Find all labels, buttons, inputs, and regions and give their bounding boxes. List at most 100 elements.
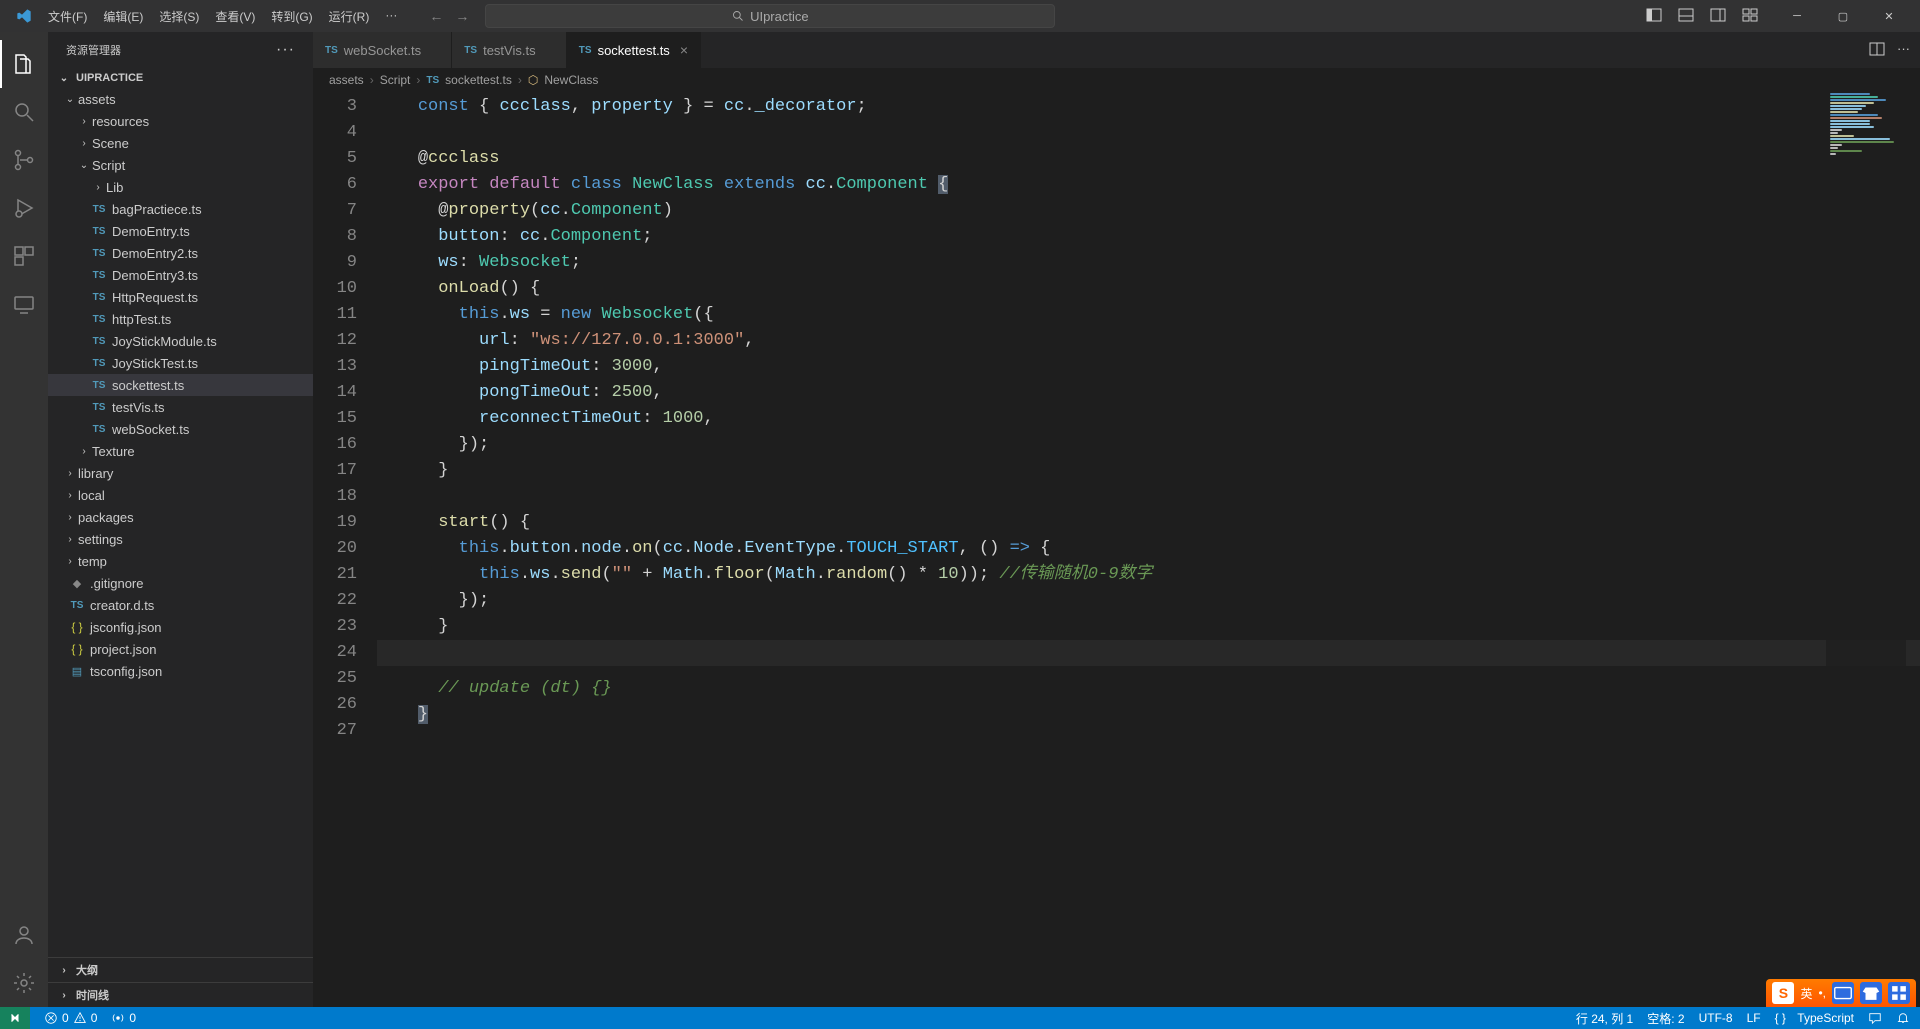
menu-edit[interactable]: 编辑(E) — [95, 4, 151, 29]
layout-controls — [1646, 7, 1758, 26]
status-ports[interactable]: 0 — [111, 1011, 136, 1025]
status-language[interactable]: { } TypeScript — [1775, 1011, 1854, 1025]
activity-source-control-icon[interactable] — [0, 136, 48, 184]
minimize-button[interactable]: ─ — [1774, 0, 1820, 32]
project-root[interactable]: ⌄ UIPRACTICE — [48, 68, 313, 88]
toggle-primary-sidebar-icon[interactable] — [1646, 7, 1662, 26]
breadcrumb[interactable]: assets › Script › TS sockettest.ts › ⬡ N… — [313, 68, 1920, 92]
file-sockettest[interactable]: TSsockettest.ts — [48, 374, 313, 396]
file-tree: ⌄assets ›resources ›Scene ⌄Script ›Lib T… — [48, 88, 313, 957]
folder-scene[interactable]: ›Scene — [48, 132, 313, 154]
file-joysticktest[interactable]: TSJoyStickTest.ts — [48, 352, 313, 374]
folder-packages[interactable]: ›packages — [48, 506, 313, 528]
toggle-panel-icon[interactable] — [1678, 7, 1694, 26]
sidebar-explorer: 资源管理器 ··· ⌄ UIPRACTICE ⌄assets ›resource… — [48, 32, 313, 1007]
search-icon — [732, 10, 744, 22]
folder-script[interactable]: ⌄Script — [48, 154, 313, 176]
status-cursor-pos[interactable]: 行 24, 列 1 — [1576, 1010, 1633, 1027]
folder-temp[interactable]: ›temp — [48, 550, 313, 572]
activity-account-icon[interactable] — [0, 911, 48, 959]
sidebar-timeline[interactable]: ›时间线 — [48, 982, 313, 1007]
activity-explorer-icon[interactable] — [0, 40, 48, 88]
status-bar: 0 0 0 行 24, 列 1 空格: 2 UTF-8 LF { } TypeS… — [0, 1007, 1920, 1029]
ime-logo-icon[interactable]: S — [1772, 982, 1794, 1004]
file-gitignore[interactable]: ◆.gitignore — [48, 572, 313, 594]
activity-settings-icon[interactable] — [0, 959, 48, 1007]
maximize-button[interactable]: ▢ — [1820, 0, 1866, 32]
tab-websocket[interactable]: TSwebSocket.ts× — [313, 32, 452, 68]
folder-library[interactable]: ›library — [48, 462, 313, 484]
activity-remote-icon[interactable] — [0, 280, 48, 328]
menu-bar: 文件(F) 编辑(E) 选择(S) 查看(V) 转到(G) 运行(R) ··· — [40, 4, 405, 29]
toggle-secondary-sidebar-icon[interactable] — [1710, 7, 1726, 26]
code-content[interactable]: const { ccclass, property } = cc._decora… — [377, 92, 1920, 1007]
file-testvis[interactable]: TStestVis.ts — [48, 396, 313, 418]
file-httprequest[interactable]: TSHttpRequest.ts — [48, 286, 313, 308]
folder-settings[interactable]: ›settings — [48, 528, 313, 550]
menu-view[interactable]: 查看(V) — [207, 4, 263, 29]
menu-goto[interactable]: 转到(G) — [263, 4, 320, 29]
file-httptest[interactable]: TShttpTest.ts — [48, 308, 313, 330]
activity-search-icon[interactable] — [0, 88, 48, 136]
file-project-json[interactable]: { }project.json — [48, 638, 313, 660]
breadcrumb-symbol[interactable]: NewClass — [544, 73, 598, 87]
file-bagpractice[interactable]: TSbagPractiece.ts — [48, 198, 313, 220]
error-icon — [44, 1011, 58, 1025]
folder-texture[interactable]: ›Texture — [48, 440, 313, 462]
status-bell-icon[interactable] — [1896, 1011, 1910, 1025]
line-gutter: 3456789101112131415161718192021222324252… — [313, 92, 377, 1007]
file-websocket[interactable]: TSwebSocket.ts — [48, 418, 313, 440]
file-tsconfig[interactable]: ▤tsconfig.json — [48, 660, 313, 682]
status-problems[interactable]: 0 0 — [44, 1011, 97, 1025]
breadcrumb-file[interactable]: sockettest.ts — [445, 73, 512, 87]
command-search-box[interactable]: UIpractice — [485, 4, 1055, 28]
nav-back-icon[interactable]: ← — [429, 8, 443, 24]
remote-indicator[interactable] — [0, 1007, 30, 1029]
window-controls: ─ ▢ ✕ — [1774, 0, 1912, 32]
status-feedback-icon[interactable] — [1868, 1011, 1882, 1025]
close-button[interactable]: ✕ — [1866, 0, 1912, 32]
code-area[interactable]: 3456789101112131415161718192021222324252… — [313, 92, 1920, 1007]
menu-more[interactable]: ··· — [377, 4, 405, 29]
editor-tabs: TSwebSocket.ts× TStestVis.ts× TSsockette… — [313, 32, 1920, 68]
ime-punct[interactable]: •, — [1818, 986, 1826, 1000]
nav-forward-icon[interactable]: → — [455, 8, 469, 24]
close-icon[interactable]: × — [680, 42, 688, 58]
ime-keyboard-icon[interactable] — [1832, 982, 1854, 1004]
folder-lib[interactable]: ›Lib — [48, 176, 313, 198]
status-encoding[interactable]: UTF-8 — [1699, 1011, 1733, 1025]
file-creator-dts[interactable]: TScreator.d.ts — [48, 594, 313, 616]
menu-file[interactable]: 文件(F) — [40, 4, 95, 29]
file-joystickmodule[interactable]: TSJoyStickModule.ts — [48, 330, 313, 352]
tabs-more-icon[interactable]: ··· — [1897, 41, 1910, 60]
chevron-down-icon: ⌄ — [56, 73, 72, 84]
tab-sockettest[interactable]: TSsockettest.ts× — [567, 32, 701, 68]
menu-run[interactable]: 运行(R) — [321, 4, 378, 29]
folder-assets[interactable]: ⌄assets — [48, 88, 313, 110]
activity-extensions-icon[interactable] — [0, 232, 48, 280]
customize-layout-icon[interactable] — [1742, 7, 1758, 26]
file-demoentry3[interactable]: TSDemoEntry3.ts — [48, 264, 313, 286]
folder-resources[interactable]: ›resources — [48, 110, 313, 132]
status-indent[interactable]: 空格: 2 — [1647, 1010, 1684, 1027]
menu-select[interactable]: 选择(S) — [151, 4, 207, 29]
breadcrumb-script[interactable]: Script — [380, 73, 411, 87]
ime-toolbox-icon[interactable] — [1888, 982, 1910, 1004]
status-eol[interactable]: LF — [1747, 1011, 1761, 1025]
breadcrumb-assets[interactable]: assets — [329, 73, 364, 87]
tab-testvis[interactable]: TStestVis.ts× — [452, 32, 566, 68]
sidebar-more-icon[interactable]: ··· — [276, 41, 295, 59]
split-editor-icon[interactable] — [1869, 41, 1885, 60]
project-name: UIPRACTICE — [76, 72, 143, 84]
file-demoentry[interactable]: TSDemoEntry.ts — [48, 220, 313, 242]
ime-toolbar[interactable]: S 英 •, — [1766, 979, 1916, 1007]
minimap[interactable] — [1826, 92, 1906, 1007]
file-jsconfig[interactable]: { }jsconfig.json — [48, 616, 313, 638]
activity-run-debug-icon[interactable] — [0, 184, 48, 232]
ime-mode[interactable]: 英 — [1800, 985, 1812, 1002]
ime-skin-icon[interactable] — [1860, 982, 1882, 1004]
folder-local[interactable]: ›local — [48, 484, 313, 506]
file-demoentry2[interactable]: TSDemoEntry2.ts — [48, 242, 313, 264]
nav-arrows: ← → — [429, 8, 469, 24]
sidebar-outline[interactable]: ›大纲 — [48, 957, 313, 982]
